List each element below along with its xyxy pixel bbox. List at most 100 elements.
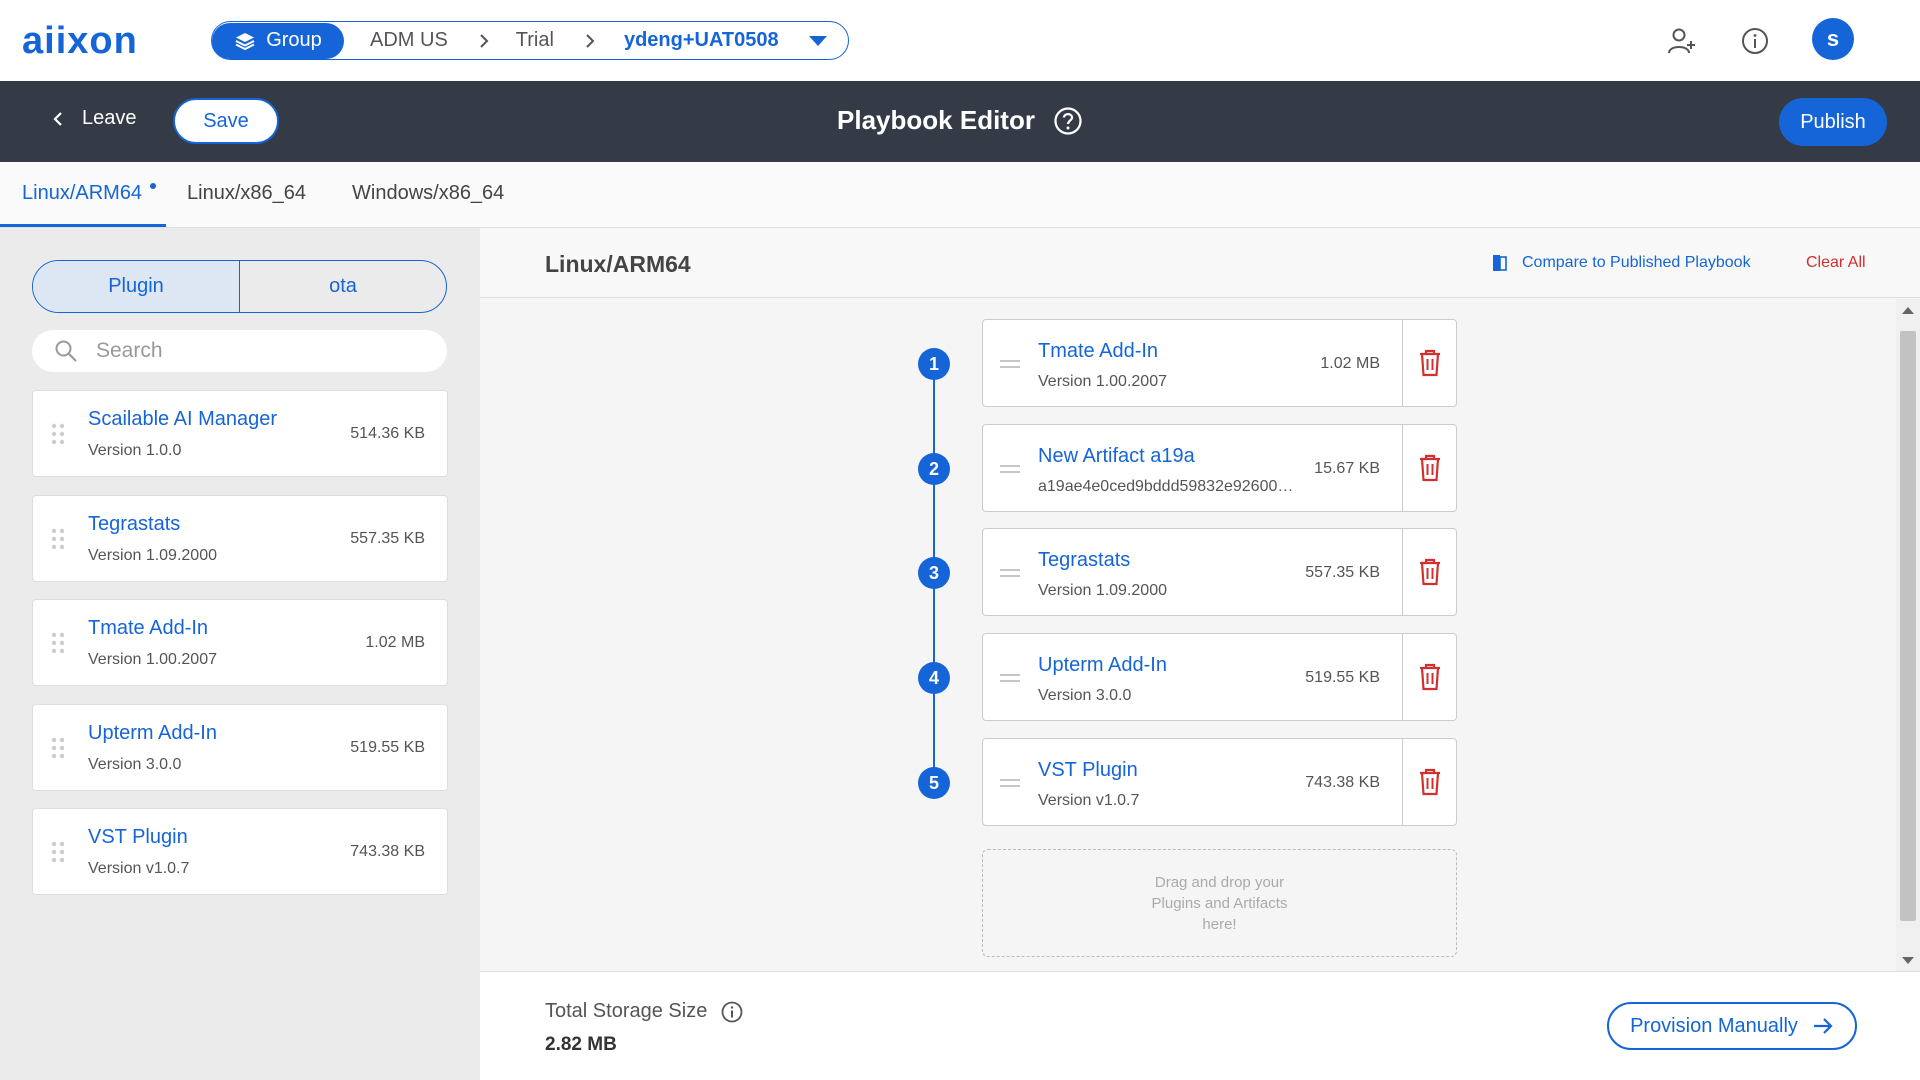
delete-button[interactable] xyxy=(1402,739,1456,825)
avatar[interactable]: s xyxy=(1812,18,1854,60)
drag-handle-icon[interactable] xyxy=(51,841,65,863)
drag-handle-icon[interactable] xyxy=(1000,360,1020,368)
playbook-item-name: Tegrastats xyxy=(1038,549,1131,571)
playbook-title: Linux/ARM64 xyxy=(545,251,691,277)
delete-button[interactable] xyxy=(1402,320,1456,406)
compare-button[interactable]: Compare to Published Playbook xyxy=(1492,254,1751,272)
tab-linux-x86-64[interactable]: Linux/x86_64 xyxy=(187,182,306,205)
drag-handle-icon[interactable] xyxy=(1000,674,1020,682)
delete-button[interactable] xyxy=(1402,425,1456,511)
playbook-item-name: Upterm Add-In xyxy=(1038,654,1167,676)
library-item-name: Tmate Add-In xyxy=(88,617,209,639)
publish-button[interactable]: Publish xyxy=(1779,98,1887,146)
arrow-right-icon xyxy=(1813,1018,1833,1034)
library-item[interactable]: Tmate Add-In Version 1.00.2007 1.02 MB xyxy=(32,599,448,686)
breadcrumb-item-adm-us[interactable]: ADM US xyxy=(370,29,448,52)
playbook-item[interactable]: Tmate Add-In Version 1.00.2007 1.02 MB xyxy=(982,319,1457,407)
chevron-right-icon xyxy=(586,33,595,48)
playbook-item-size: 519.55 KB xyxy=(1305,669,1380,686)
search-icon xyxy=(55,340,77,362)
step-number: 3 xyxy=(918,557,950,589)
vertical-scrollbar[interactable] xyxy=(1896,299,1920,971)
library-item-size: 519.55 KB xyxy=(350,739,425,756)
breadcrumb-item-trial[interactable]: Trial xyxy=(516,29,554,52)
total-storage-value: 2.82 MB xyxy=(545,1034,617,1055)
playbook-item[interactable]: Tegrastats Version 1.09.2000 557.35 KB xyxy=(982,528,1457,616)
library-item[interactable]: Scailable AI Manager Version 1.0.0 514.3… xyxy=(32,390,448,477)
playbook-item-name: VST Plugin xyxy=(1038,759,1138,781)
playbook-item-version: a19ae4e0ced9bddd59832e926004f5b2 xyxy=(1038,478,1298,495)
scroll-thumb[interactable] xyxy=(1900,331,1916,921)
library-item[interactable]: Tegrastats Version 1.09.2000 557.35 KB xyxy=(32,495,448,582)
drag-handle-icon[interactable] xyxy=(51,528,65,550)
step-number: 2 xyxy=(918,453,950,485)
step-number: 4 xyxy=(918,662,950,694)
delete-button[interactable] xyxy=(1402,529,1456,615)
playbook-item-size: 1.02 MB xyxy=(1320,355,1380,372)
trash-icon xyxy=(1419,349,1440,377)
trash-icon xyxy=(1419,558,1440,586)
tab-windows-x86-64[interactable]: Windows/x86_64 xyxy=(352,182,504,205)
playbook-item-size: 743.38 KB xyxy=(1305,774,1380,791)
playbook-item[interactable]: VST Plugin Version v1.0.7 743.38 KB xyxy=(982,738,1457,826)
library-item[interactable]: Upterm Add-In Version 3.0.0 519.55 KB xyxy=(32,704,448,791)
playbook-item-version: Version 3.0.0 xyxy=(1038,687,1132,704)
page-title: Playbook Editor xyxy=(0,105,1920,136)
trash-icon xyxy=(1419,454,1440,482)
editor-header: Leave Save Playbook Editor Publish xyxy=(0,81,1920,162)
logo[interactable]: aiixon xyxy=(22,20,138,63)
playbook-item[interactable]: New Artifact a19a a19ae4e0ced9bddd59832e… xyxy=(982,424,1457,512)
breadcrumb-item-active[interactable]: ydeng+UAT0508 xyxy=(624,29,779,52)
layers-icon xyxy=(235,32,255,50)
playbook-canvas: 1 2 3 4 5 Tmate Add-In Version 1.00.2007… xyxy=(480,299,1896,971)
drag-handle-icon[interactable] xyxy=(51,632,65,654)
compare-label: Compare to Published Playbook xyxy=(1522,254,1751,271)
chevron-right-icon xyxy=(480,33,489,48)
trash-icon xyxy=(1419,768,1440,796)
delete-button[interactable] xyxy=(1402,634,1456,720)
drop-zone[interactable]: Drag and drop your Plugins and Artifacts… xyxy=(982,849,1457,957)
drag-handle-icon[interactable] xyxy=(51,423,65,445)
drag-handle-icon[interactable] xyxy=(1000,465,1020,473)
drag-handle-icon[interactable] xyxy=(51,737,65,759)
drag-handle-icon[interactable] xyxy=(1000,569,1020,577)
group-button[interactable]: Group xyxy=(212,22,344,59)
caret-down-icon[interactable] xyxy=(808,35,827,46)
library-item-name: Scailable AI Manager xyxy=(88,408,278,430)
library-item-size: 514.36 KB xyxy=(350,425,425,442)
provision-manually-button[interactable]: Provision Manually xyxy=(1607,1002,1857,1050)
segment-plugin[interactable]: Plugin xyxy=(33,261,240,312)
library-item-size: 557.35 KB xyxy=(350,530,425,547)
help-icon[interactable] xyxy=(1053,106,1083,136)
library-item[interactable]: VST Plugin Version v1.0.7 743.38 KB xyxy=(32,808,448,895)
playbook-item-version: Version 1.00.2007 xyxy=(1038,373,1167,390)
scroll-down-arrow[interactable] xyxy=(1902,957,1914,964)
playbook-item-name: Tmate Add-In xyxy=(1038,340,1159,362)
clear-all-button[interactable]: Clear All xyxy=(1806,254,1866,272)
playbook-item-size: 557.35 KB xyxy=(1305,564,1380,581)
add-user-icon[interactable] xyxy=(1665,24,1699,58)
search-input[interactable] xyxy=(96,339,416,363)
segment-ota[interactable]: ota xyxy=(240,261,446,312)
drag-handle-icon[interactable] xyxy=(1000,779,1020,787)
library-item-name: Tegrastats xyxy=(88,513,181,535)
library-item-version: Version 3.0.0 xyxy=(88,756,182,773)
scroll-up-arrow[interactable] xyxy=(1902,307,1914,314)
playbook-item-name: New Artifact a19a xyxy=(1038,445,1195,467)
info-icon[interactable] xyxy=(721,1001,743,1023)
platform-tabs: Linux/ARM64 Linux/x86_64 Windows/x86_64 xyxy=(0,162,1920,228)
info-icon[interactable] xyxy=(1738,24,1772,58)
step-number: 5 xyxy=(918,767,950,799)
drop-zone-text: Drag and drop your Plugins and Artifacts… xyxy=(1151,873,1288,933)
modified-dot xyxy=(150,183,156,189)
library-item-version: Version 1.09.2000 xyxy=(88,547,217,564)
tab-linux-arm64[interactable]: Linux/ARM64 xyxy=(22,182,142,205)
group-label: Group xyxy=(266,29,322,51)
library-type-toggle: Plugin ota xyxy=(32,260,447,313)
compare-icon xyxy=(1493,255,1507,271)
library-item-name: Upterm Add-In xyxy=(88,722,217,744)
library-item-version: Version 1.0.0 xyxy=(88,442,182,459)
library-item-size: 743.38 KB xyxy=(350,843,425,860)
total-storage-label: Total Storage Size xyxy=(545,1000,743,1023)
playbook-item[interactable]: Upterm Add-In Version 3.0.0 519.55 KB xyxy=(982,633,1457,721)
